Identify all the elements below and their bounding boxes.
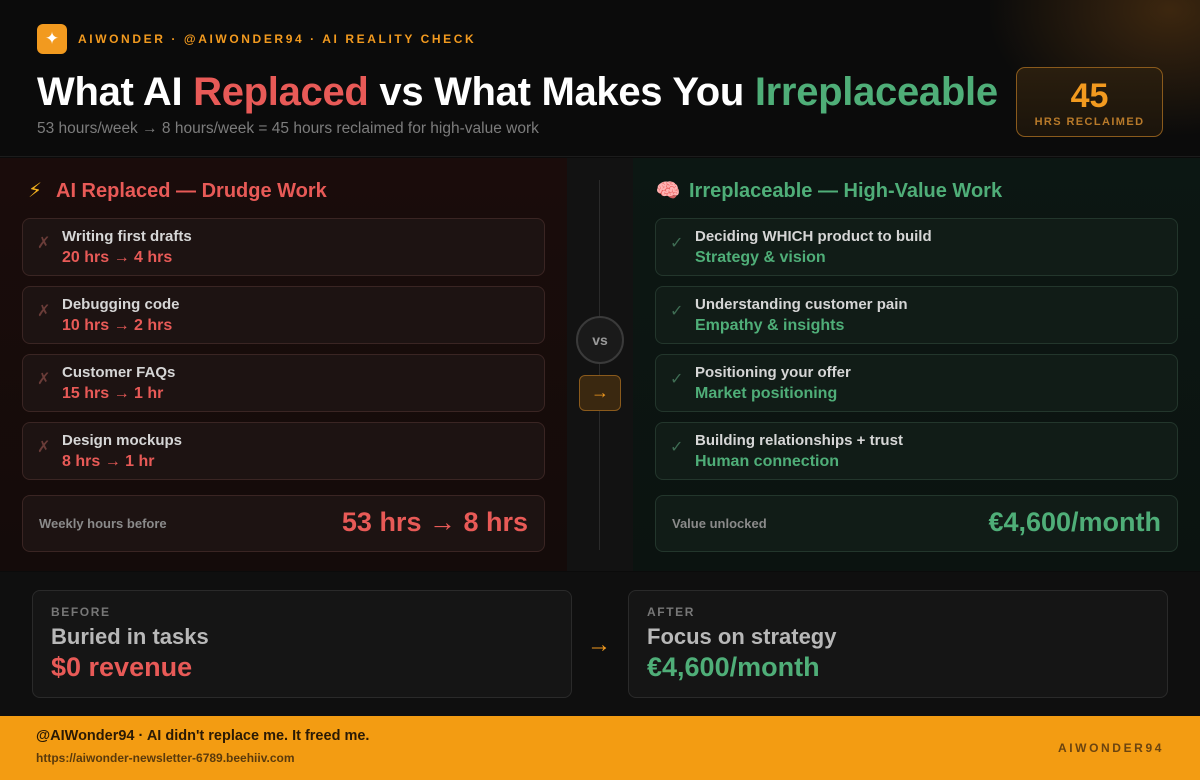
before-after-section: BEFORE Buried in tasks $0 revenue → AFTE… [0,572,1200,716]
summary-label: Weekly hours before [39,516,167,531]
sparkle-logo-icon: ✦ [37,24,67,54]
newsletter-link[interactable]: https://aiwonder-newsletter-6789.beehiiv… [36,751,295,765]
title-replaced: Replaced [193,70,369,114]
after-heading: Focus on strategy [647,624,837,649]
title-part-1: What AI [37,70,194,114]
page-title: What AI Replaced vs What Makes You Irrep… [37,70,998,115]
item-name: Writing first drafts [62,228,192,245]
after-tag: AFTER [647,605,695,619]
list-item: ✓ Understanding customer pain Empathy & … [655,286,1178,344]
header: ✦ AIWONDER · @AIWONDER94 · AI REALITY CH… [0,0,1200,157]
arrow-right-icon: → [587,631,611,658]
list-item: ✓ Building relationships + trust Human c… [655,422,1178,480]
after-card: AFTER Focus on strategy €4,600/month [628,590,1168,698]
item-detail: Market positioning [695,385,838,402]
arrow-right-icon: → [579,375,621,411]
vs-divider: vs → [567,158,633,571]
footer: @AIWonder94 · AI didn't replace me. It f… [0,716,1200,780]
weekly-hours-summary: Weekly hours before 53 hrs → 8 hrs [22,495,545,552]
hours-reclaimed-label: HRS RECLAIMED [1034,116,1145,128]
item-detail: Human connection [695,453,840,470]
irreplaceable-heading-text: Irreplaceable — High-Value Work [689,180,1003,202]
item-name: Debugging code [62,296,180,313]
irreplaceable-column: 🧠 Irreplaceable — High-Value Work ✓ Decid… [633,158,1200,571]
title-irreplaceable: Irreplaceable [754,70,998,114]
footer-tagline: @AIWonder94 · AI didn't replace me. It f… [36,728,370,744]
list-item: ✓ Deciding WHICH product to build Strate… [655,218,1178,276]
before-card: BEFORE Buried in tasks $0 revenue [32,590,572,698]
check-mark-icon: ✓ [670,303,684,320]
list-item: ✓ Positioning your offer Market position… [655,354,1178,412]
item-name: Positioning your offer [695,364,851,381]
item-name: Customer FAQs [62,364,176,381]
check-mark-icon: ✓ [670,439,684,456]
summary-value: €4,600/month [988,507,1161,537]
list-item: ✗ Writing first drafts 20 hrs → 4 hrs [22,218,545,276]
before-heading: Buried in tasks [51,624,209,649]
cross-mark-icon: ✗ [37,303,51,320]
item-name: Deciding WHICH product to build [695,228,932,245]
item-detail: 20 hrs → 4 hrs [62,249,173,266]
brain-icon: 🧠 [655,180,681,202]
ai-replaced-heading-text: AI Replaced — Drudge Work [56,180,327,202]
list-item: ✗ Design mockups 8 hrs → 1 hr [22,422,545,480]
list-item: ✗ Customer FAQs 15 hrs → 1 hr [22,354,545,412]
check-mark-icon: ✓ [670,235,684,252]
hours-reclaimed-badge: 45 HRS RECLAIMED [1016,67,1163,137]
before-tag: BEFORE [51,605,111,619]
brand-line: AIWONDER · @AIWONDER94 · AI REALITY CHEC… [78,32,477,46]
footer-brand: AIWONDER94 [1057,741,1164,755]
hours-reclaimed-value: 45 [1070,77,1109,115]
item-detail: 15 hrs → 1 hr [62,385,164,402]
divider-line [599,180,600,550]
vs-badge: vs [576,316,624,364]
item-detail: Strategy & vision [695,249,826,266]
item-name: Building relationships + trust [695,432,903,449]
item-name: Understanding customer pain [695,296,908,313]
ai-replaced-column: ⚡ AI Replaced — Drudge Work ✗ Writing fir… [0,158,567,571]
item-detail: 8 hrs → 1 hr [62,453,155,470]
cross-mark-icon: ✗ [37,371,51,388]
item-detail: 10 hrs → 2 hrs [62,317,173,334]
after-value: €4,600/month [647,652,820,682]
lightning-bolt-icon: ⚡ [27,180,43,202]
list-item: ✗ Debugging code 10 hrs → 2 hrs [22,286,545,344]
title-part-3: vs What Makes You [368,70,755,114]
cross-mark-icon: ✗ [37,439,51,456]
page-subtitle: 53 hours/week → 8 hours/week = 45 hours … [37,120,539,137]
item-name: Design mockups [62,432,183,449]
cross-mark-icon: ✗ [37,235,51,252]
irreplaceable-heading: 🧠 Irreplaceable — High-Value Work [655,178,1003,203]
value-unlocked-summary: Value unlocked €4,600/month [655,495,1178,552]
ai-replaced-heading: ⚡ AI Replaced — Drudge Work [22,178,327,203]
check-mark-icon: ✓ [670,371,684,388]
summary-label: Value unlocked [672,516,767,531]
before-value: $0 revenue [51,652,193,682]
summary-value: 53 hrs → 8 hrs [341,507,528,537]
item-detail: Empathy & insights [695,317,845,334]
